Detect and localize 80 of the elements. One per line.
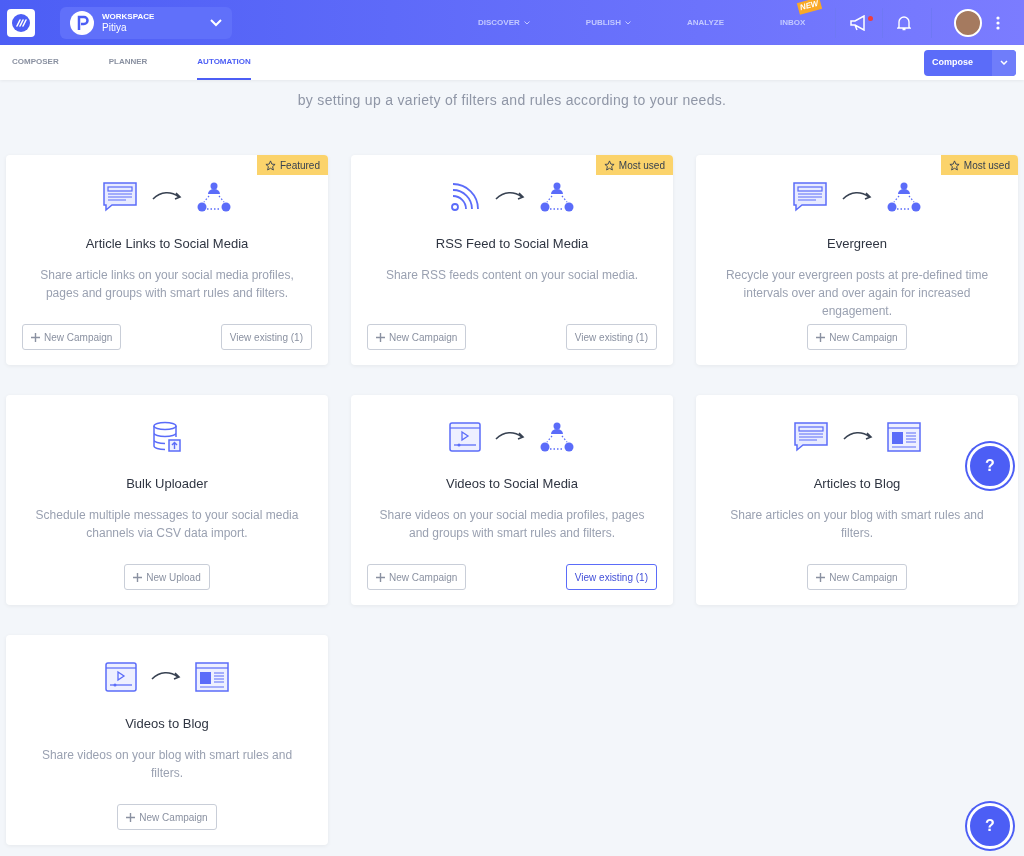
- tag-badge: Most used: [595, 155, 673, 175]
- nav-item[interactable]: DISCOVER: [478, 16, 520, 29]
- workspace-name: Pitiya: [102, 22, 128, 33]
- nav-item[interactable]: ANALYZE: [686, 16, 724, 29]
- nav-item[interactable]: PUBLISH: [585, 16, 621, 29]
- card-description: Share videos on your social media profiles, pages and groups with smart rules and filters.: [378, 506, 646, 542]
- avatar[interactable]: [954, 8, 983, 37]
- intro-text: by setting up a variety of filters and rules according to your needs.: [296, 91, 728, 110]
- new-campaign-button[interactable]: New Campaign: [367, 324, 467, 350]
- arrow-icon: [151, 671, 181, 683]
- arrow-icon: [842, 191, 872, 203]
- video-icon: [105, 662, 137, 692]
- new-campaign-button[interactable]: New Campaign: [22, 324, 122, 350]
- article-icon: [792, 181, 828, 213]
- network-icon: [539, 421, 575, 453]
- card-description: Share videos on your blog with smart rules and filters.: [40, 746, 294, 782]
- tab[interactable]: PLANNER: [108, 45, 148, 80]
- card-description: Recycle your evergreen posts at pre-defined time intervals over and over again for increased engagement.: [724, 266, 990, 320]
- card-title: Evergreen: [827, 235, 887, 253]
- card-title: RSS Feed to Social Media: [435, 235, 589, 253]
- workspace-switcher[interactable]: WORKSPACE Pitiya: [60, 6, 232, 39]
- tab[interactable]: AUTOMATION: [197, 45, 251, 80]
- new-campaign-button[interactable]: New Campaign: [807, 564, 907, 590]
- compose-button[interactable]: Compose: [924, 49, 1016, 76]
- rss-icon: [449, 181, 481, 213]
- help-button[interactable]: ?: [967, 443, 1013, 489]
- logo-icon[interactable]: [7, 8, 35, 37]
- arrow-icon: [495, 431, 525, 443]
- chevron-down-icon: [624, 20, 631, 25]
- plus-icon: [816, 332, 826, 342]
- workspace-logo-icon: [70, 10, 94, 35]
- network-icon: [539, 181, 575, 213]
- new-campaign-button[interactable]: New Campaign: [117, 804, 217, 830]
- new-campaign-button[interactable]: New Campaign: [807, 324, 907, 350]
- arrow-icon: [152, 191, 182, 203]
- plus-icon: [126, 812, 136, 822]
- plus-icon: [376, 572, 385, 582]
- plus-icon: [376, 332, 385, 342]
- tag-badge: Featured: [256, 155, 328, 175]
- card-title: Videos to Social Media: [446, 475, 578, 493]
- nav-item[interactable]: INBOX: [779, 16, 806, 29]
- plus-icon: [133, 572, 143, 582]
- plus-icon: [31, 332, 40, 342]
- article-icon: [102, 181, 138, 213]
- chevron-down-icon: [1000, 60, 1008, 65]
- chevron-down-icon: [523, 20, 530, 25]
- network-icon: [196, 181, 232, 213]
- article-icon: [793, 421, 829, 453]
- new-campaign-button[interactable]: New Campaign: [367, 564, 467, 590]
- plus-icon: [816, 572, 826, 582]
- card-title: Videos to Blog: [125, 715, 209, 733]
- video-icon: [449, 422, 481, 452]
- view-existing-button[interactable]: View existing (1): [565, 324, 657, 350]
- tab[interactable]: COMPOSER: [12, 45, 59, 80]
- star-icon: [264, 159, 276, 171]
- arrow-icon: [843, 431, 873, 443]
- card-title: Article Links to Social Media: [85, 235, 249, 253]
- network-icon: [886, 181, 922, 213]
- workspace-label: WORKSPACE: [102, 12, 155, 21]
- card-description: Share article links on your social media profiles, pages and groups with smart rules and filters.: [39, 266, 295, 302]
- card-description: Schedule multiple messages to your social media channels via CSV data import.: [34, 506, 300, 542]
- blog-icon: [887, 422, 921, 452]
- arrow-icon: [495, 191, 525, 203]
- card-description: Share articles on your blog with smart rules and filters.: [729, 506, 985, 542]
- card-title: Bulk Uploader: [126, 475, 208, 493]
- more-icon[interactable]: [996, 15, 1001, 30]
- view-existing-button[interactable]: View existing (1): [565, 564, 657, 590]
- chevron-down-icon: [210, 18, 222, 27]
- bell-icon[interactable]: [897, 14, 912, 31]
- star-icon: [603, 159, 615, 171]
- card-title: Articles to Blog: [813, 475, 901, 493]
- help-button[interactable]: ?: [967, 803, 1013, 849]
- new-campaign-button[interactable]: New Upload: [124, 564, 210, 590]
- tag-badge: Most used: [940, 155, 1018, 175]
- database-icon: [151, 421, 183, 453]
- view-existing-button[interactable]: View existing (1): [220, 324, 312, 350]
- new-badge: NEW: [796, 0, 822, 15]
- blog-icon: [195, 662, 229, 692]
- star-icon: [948, 159, 960, 171]
- card-description: Share RSS feeds content on your social media.: [384, 266, 640, 284]
